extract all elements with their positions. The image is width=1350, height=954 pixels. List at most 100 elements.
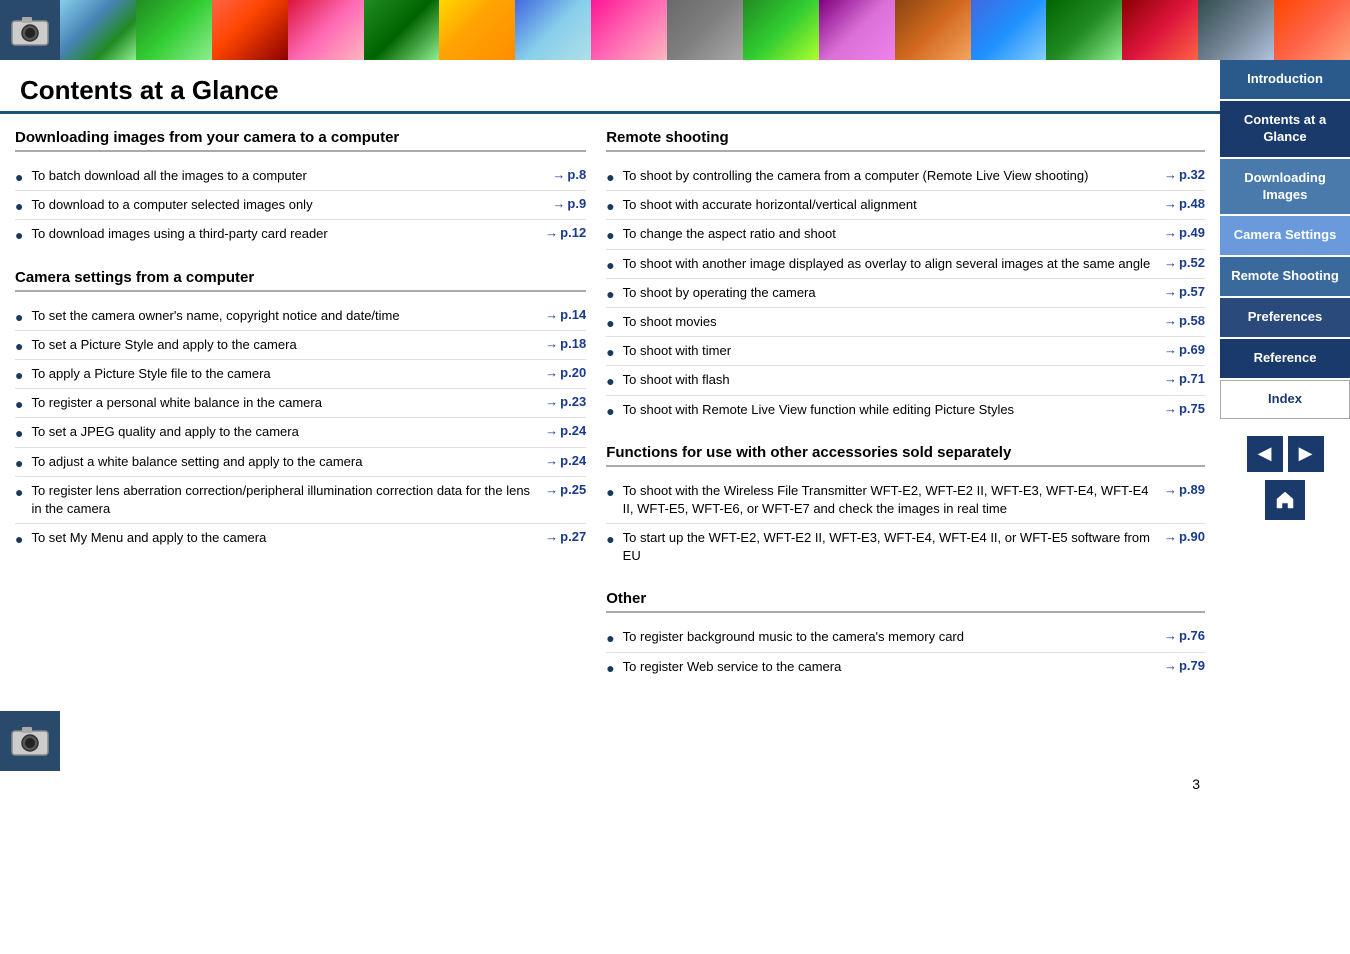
top-image-strip: [0, 0, 1350, 60]
page-link[interactable]: → p.14: [545, 307, 586, 322]
page-link[interactable]: → p.27: [545, 529, 586, 544]
navigation-icons: ◀ ▶: [1220, 421, 1350, 535]
page-link[interactable]: → p.32: [1164, 167, 1205, 182]
page-link[interactable]: → p.76: [1164, 628, 1205, 643]
list-item: ● To adjust a white balance setting and …: [15, 448, 586, 477]
downloading-images-heading: Downloading images from your camera to a…: [15, 129, 586, 152]
page-link[interactable]: → p.71: [1164, 371, 1205, 386]
sidebar-item-contents[interactable]: Contents at a Glance: [1220, 101, 1350, 157]
other-accessories-heading: Functions for use with other accessories…: [606, 444, 1205, 467]
bullet-icon: ●: [15, 169, 23, 185]
item-text: To set My Menu and apply to the camera: [31, 529, 537, 547]
sidebar-item-reference[interactable]: Reference: [1220, 339, 1350, 378]
item-text: To shoot with accurate horizontal/vertic…: [623, 196, 1156, 214]
item-text: To register background music to the came…: [623, 628, 1156, 646]
item-text: To download to a computer selected image…: [31, 196, 544, 214]
strip-photo-2: [136, 0, 212, 60]
bottom-image-strip: [0, 711, 1220, 771]
strip-photo-14: [1046, 0, 1122, 60]
list-item: ● To apply a Picture Style file to the c…: [15, 360, 586, 389]
page-link[interactable]: → p.25: [545, 482, 586, 497]
item-text: To apply a Picture Style file to the cam…: [31, 365, 537, 383]
list-item: ● To download to a computer selected ima…: [15, 191, 586, 220]
item-text: To register Web service to the camera: [623, 658, 1156, 676]
sidebar-item-remote-shooting[interactable]: Remote Shooting: [1220, 257, 1350, 296]
strip-photo-15: [1122, 0, 1198, 60]
page-link[interactable]: → p.9: [552, 196, 586, 211]
page-link[interactable]: → p.24: [545, 453, 586, 468]
page-link[interactable]: → p.20: [545, 365, 586, 380]
home-button[interactable]: [1265, 480, 1305, 520]
page-link[interactable]: → p.23: [545, 394, 586, 409]
list-item: ● To shoot with another image displayed …: [606, 250, 1205, 279]
sidebar-item-index[interactable]: Index: [1220, 380, 1350, 419]
bullet-icon: ●: [606, 198, 614, 214]
list-item: ● To start up the WFT-E2, WFT-E2 II, WFT…: [606, 524, 1205, 570]
page-link[interactable]: → p.49: [1164, 225, 1205, 240]
camera-settings-section: Camera settings from a computer ● To set…: [15, 269, 586, 553]
page-link[interactable]: → p.48: [1164, 196, 1205, 211]
sidebar-navigation: Introduction Contents at a Glance Downlo…: [1220, 60, 1350, 954]
bullet-icon: ●: [606, 286, 614, 302]
item-text: To shoot by controlling the camera from …: [623, 167, 1156, 185]
list-item: ● To register lens aberration correction…: [15, 477, 586, 524]
item-text: To start up the WFT-E2, WFT-E2 II, WFT-E…: [623, 529, 1156, 565]
next-page-button[interactable]: ▶: [1288, 436, 1324, 472]
item-text: To change the aspect ratio and shoot: [623, 225, 1156, 243]
strip-photo-10: [743, 0, 819, 60]
page-link[interactable]: → p.89: [1164, 482, 1205, 497]
other-section: Other ● To register background music to …: [606, 590, 1205, 680]
bullet-icon: ●: [606, 484, 614, 500]
sidebar-item-preferences[interactable]: Preferences: [1220, 298, 1350, 337]
bullet-icon: ●: [606, 169, 614, 185]
page-link[interactable]: → p.24: [545, 423, 586, 438]
bullet-icon: ●: [606, 403, 614, 419]
list-item: ● To set a Picture Style and apply to th…: [15, 331, 586, 360]
list-item: ● To shoot with timer → p.69: [606, 337, 1205, 366]
strip-photo-1: [60, 0, 136, 60]
downloading-images-section: Downloading images from your camera to a…: [15, 129, 586, 249]
page-link[interactable]: → p.58: [1164, 313, 1205, 328]
list-item: ● To shoot with flash → p.71: [606, 366, 1205, 395]
strip-photo-7: [515, 0, 591, 60]
bullet-icon: ●: [15, 198, 23, 214]
strip-photo-17: [1274, 0, 1350, 60]
item-text: To shoot movies: [623, 313, 1156, 331]
page-link[interactable]: → p.18: [545, 336, 586, 351]
page-link[interactable]: → p.8: [552, 167, 586, 182]
list-item: ● To shoot with accurate horizontal/vert…: [606, 191, 1205, 220]
bullet-icon: ●: [15, 531, 23, 547]
page-title: Contents at a Glance: [20, 75, 1200, 106]
list-item: ● To batch download all the images to a …: [15, 162, 586, 191]
page-number: 3: [0, 776, 1220, 792]
left-column: Downloading images from your camera to a…: [15, 129, 586, 701]
list-item: ● To register a personal white balance i…: [15, 389, 586, 418]
prev-page-button[interactable]: ◀: [1247, 436, 1283, 472]
page-link[interactable]: → p.79: [1164, 658, 1205, 673]
page-link[interactable]: → p.75: [1164, 401, 1205, 416]
list-item: ● To set a JPEG quality and apply to the…: [15, 418, 586, 447]
bullet-icon: ●: [15, 396, 23, 412]
item-text: To register lens aberration correction/p…: [31, 482, 537, 518]
sidebar-item-introduction[interactable]: Introduction: [1220, 60, 1350, 99]
bullet-icon: ●: [15, 425, 23, 441]
page-link[interactable]: → p.12: [545, 225, 586, 240]
list-item: ● To shoot by operating the camera → p.5…: [606, 279, 1205, 308]
strip-photo-13: [971, 0, 1047, 60]
main-content: Contents at a Glance Downloading images …: [0, 60, 1220, 954]
sidebar-item-camera-settings[interactable]: Camera Settings: [1220, 216, 1350, 255]
bullet-icon: ●: [15, 455, 23, 471]
bullet-icon: ●: [606, 227, 614, 243]
page-link[interactable]: → p.69: [1164, 342, 1205, 357]
sidebar-item-downloading[interactable]: Downloading Images: [1220, 159, 1350, 215]
list-item: ● To shoot movies → p.58: [606, 308, 1205, 337]
list-item: ● To shoot with the Wireless File Transm…: [606, 477, 1205, 524]
bullet-icon: ●: [606, 257, 614, 273]
item-text: To register a personal white balance in …: [31, 394, 537, 412]
two-column-layout: Downloading images from your camera to a…: [0, 129, 1220, 701]
page-link[interactable]: → p.90: [1164, 529, 1205, 544]
bullet-icon: ●: [15, 227, 23, 243]
page-link[interactable]: → p.57: [1164, 284, 1205, 299]
page-link[interactable]: → p.52: [1164, 255, 1205, 270]
list-item: ● To register background music to the ca…: [606, 623, 1205, 652]
